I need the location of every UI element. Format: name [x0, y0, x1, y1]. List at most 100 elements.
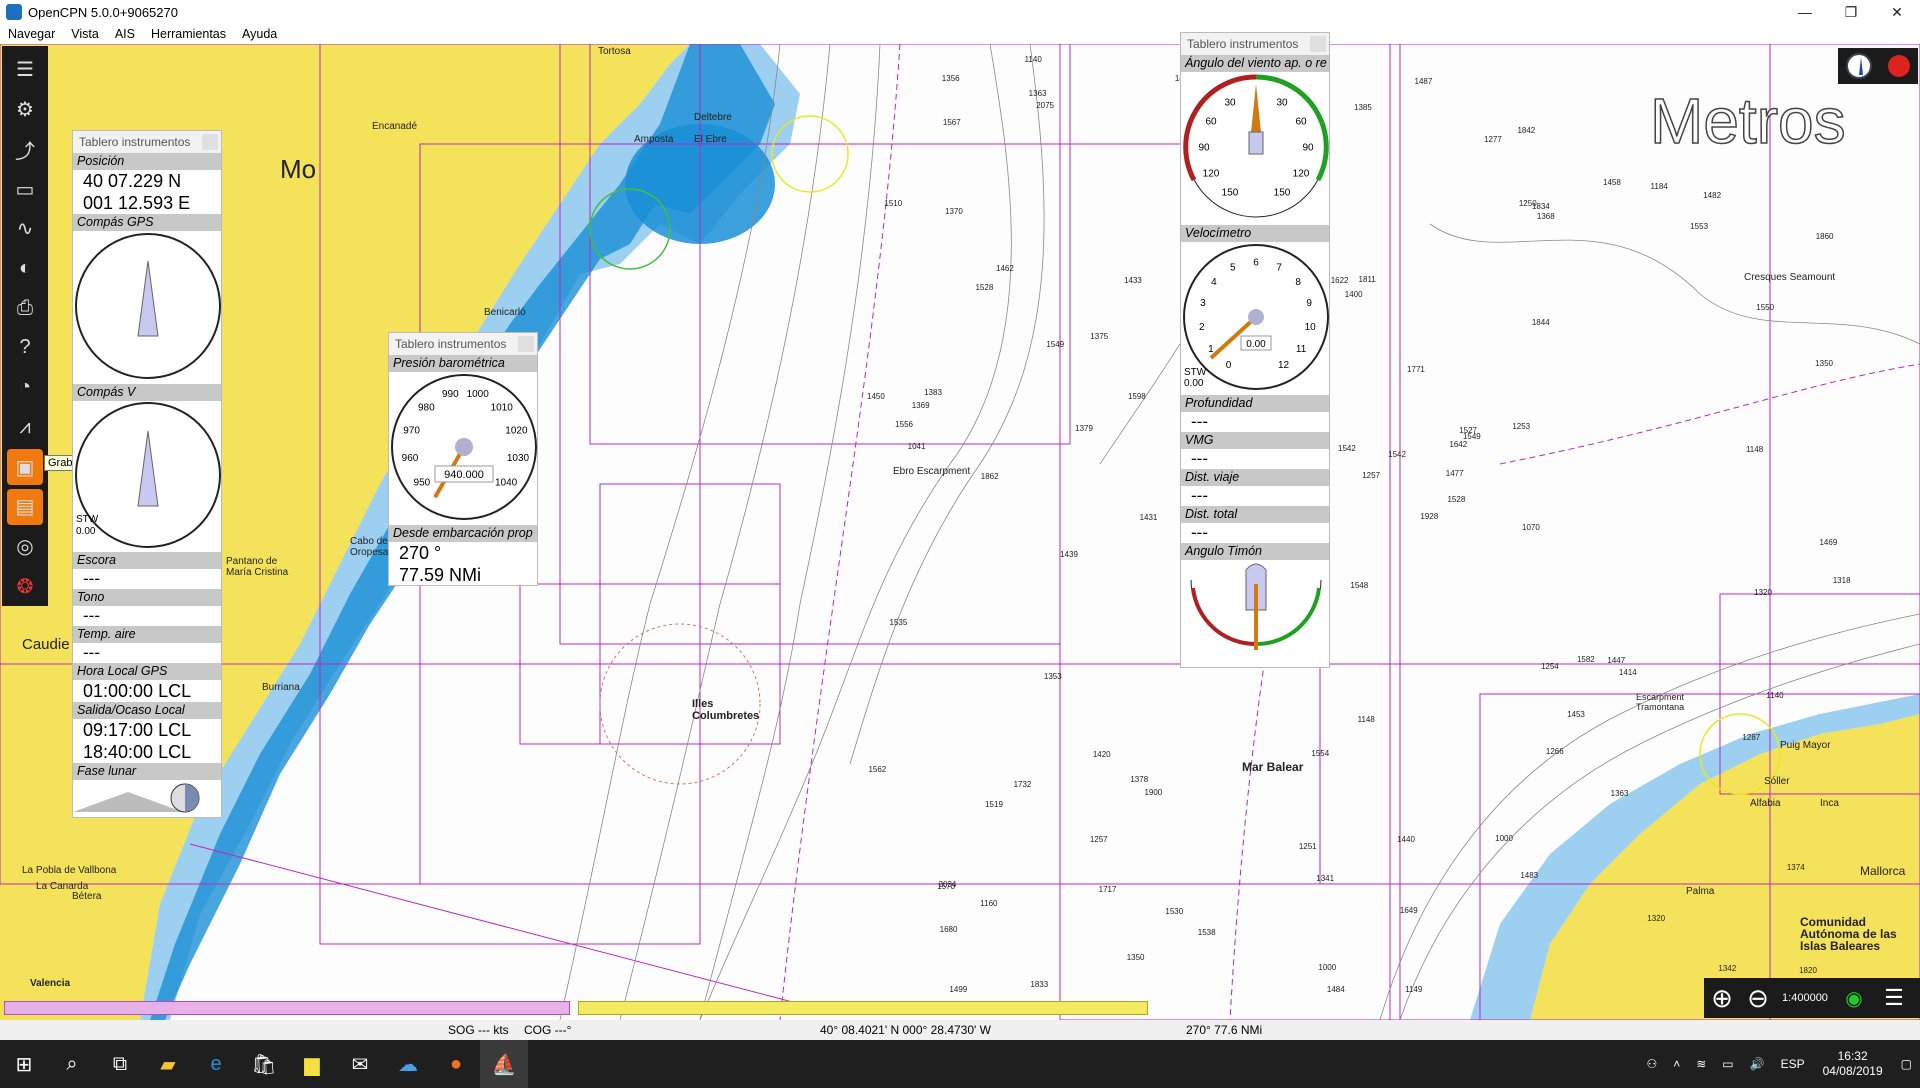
store-icon[interactable]: 🛍: [240, 1040, 288, 1088]
light-sector: [771, 115, 849, 193]
dashboard-icon[interactable]: ◔: [7, 370, 43, 406]
close-button[interactable]: ✕: [1874, 0, 1920, 24]
ais-icon[interactable]: ⩘: [7, 409, 43, 445]
help-icon[interactable]: ?: [7, 330, 43, 366]
dashboard-close-button[interactable]: [1310, 36, 1326, 52]
dashboard-title[interactable]: Tablero instrumentos: [73, 131, 221, 153]
place-label: Inca: [1820, 798, 1839, 809]
chart-scale: 1:400000: [1782, 992, 1828, 1004]
clock[interactable]: 16:32 04/08/2019: [1813, 1049, 1893, 1079]
file-explorer-icon[interactable]: ▰: [144, 1040, 192, 1088]
sounding-label: 1369: [911, 400, 930, 410]
menu-ais[interactable]: AIS: [107, 27, 143, 41]
rudder-angle-caption: Angulo Timón: [1181, 543, 1329, 560]
chart-bar-menu-icon[interactable]: ☰: [1874, 985, 1914, 1011]
v-compass-caption: Compás V: [73, 384, 221, 401]
sticky-notes-icon[interactable]: ▆: [288, 1040, 336, 1088]
dashboard-close-button[interactable]: [518, 336, 534, 352]
trip-distance-caption: Dist. viaje: [1181, 469, 1329, 486]
menu-icon[interactable]: ☰: [7, 52, 43, 88]
route-icon[interactable]: ⤴: [7, 131, 43, 167]
vmg-value: ---: [1191, 449, 1208, 468]
battery-icon[interactable]: ▭: [1714, 1057, 1741, 1071]
sounding-label: 1385: [1354, 102, 1372, 112]
sounding-label: 1820: [1799, 965, 1817, 975]
dial-tick-label: 60: [1205, 116, 1217, 127]
zoom-in-icon[interactable]: ⊕: [1704, 983, 1740, 1014]
sounding-label: 1000: [1495, 833, 1513, 843]
chart-bar-pink[interactable]: [4, 1001, 570, 1015]
sounding-label: 1642: [1449, 440, 1468, 450]
tone-caption: Tono: [73, 589, 221, 606]
sunset-value: 18:40:00 LCL: [83, 742, 192, 762]
wifi-icon[interactable]: ≋: [1688, 1057, 1714, 1071]
onedrive-icon[interactable]: ☁: [384, 1040, 432, 1088]
volume-icon[interactable]: 🔊: [1742, 1057, 1773, 1071]
minimize-button[interactable]: —: [1782, 0, 1828, 24]
chevron-up-icon[interactable]: ˄: [1665, 1057, 1688, 1071]
track-icon[interactable]: ∿: [7, 211, 43, 247]
sounding-label: 1318: [1832, 575, 1851, 585]
sounding-label: 1420: [1092, 749, 1111, 759]
edge-browser-icon[interactable]: e: [192, 1040, 240, 1088]
dashboard-title[interactable]: Tablero instrumentos: [389, 333, 537, 355]
search-icon[interactable]: ⌕: [48, 1040, 96, 1088]
task-view-icon[interactable]: ⧉: [96, 1040, 144, 1088]
clock-date: 04/08/2019: [1822, 1064, 1883, 1078]
dashboard-left[interactable]: Tablero instrumentos Posición 40 07.229 …: [72, 130, 222, 818]
place-label: Cabo de Oropesa: [350, 536, 389, 558]
chart-quilt-icon[interactable]: ◉: [1834, 986, 1874, 1011]
sounding-label: 1277: [1484, 135, 1502, 145]
windows-start-icon[interactable]: ⊞: [0, 1040, 48, 1088]
dial-tick-label: 990: [442, 389, 459, 400]
sounding-label: 1140: [1024, 54, 1042, 64]
dashboard-title[interactable]: Tablero instrumentos: [1181, 33, 1329, 55]
print-icon[interactable]: ⎙: [7, 290, 43, 326]
dial-tick-label: 8: [1295, 277, 1301, 288]
voyage-icon[interactable]: ▤: [7, 488, 43, 525]
notifications-icon[interactable]: ▢: [1893, 1057, 1920, 1071]
menu-ayuda[interactable]: Ayuda: [234, 27, 285, 41]
sounding-label: 1527: [1459, 425, 1477, 435]
system-tray: ⚇ ˄ ≋ ▭ 🔊 ESP 16:32 04/08/2019 ▢: [1638, 1040, 1920, 1088]
dial-tick-label: 120: [1293, 168, 1310, 179]
longitude-value: 001 12.593 E: [83, 193, 191, 213]
latitude-value: 40 07.229 N: [83, 171, 182, 191]
dashboard-close-button[interactable]: [202, 134, 218, 150]
sounding-label: 1717: [1098, 885, 1117, 895]
firefox-icon[interactable]: ●: [432, 1040, 480, 1088]
sounding-label: 1732: [1013, 780, 1032, 790]
people-icon[interactable]: ⚇: [1638, 1057, 1665, 1071]
sounding-label: 1484: [1326, 985, 1345, 995]
record-icon[interactable]: ▣: [7, 449, 43, 485]
gauge-icon[interactable]: ◎: [7, 529, 43, 565]
maximize-button[interactable]: ❐: [1828, 0, 1874, 24]
clock-time: 16:32: [1837, 1049, 1868, 1063]
place-label: La Pobla de Vallbona: [22, 865, 117, 876]
sounding-label: 1510: [884, 199, 903, 209]
opencpn-taskbar-icon[interactable]: ⛵: [480, 1040, 528, 1088]
menu-herramientas[interactable]: Herramientas: [143, 27, 234, 41]
chart-canvas[interactable]: Metros Tortosa Deltebre Amposta El Ebre …: [0, 44, 1920, 1020]
sounding-label: 1148: [1745, 444, 1764, 454]
dashboard-barometer[interactable]: Tablero instrumentos Presión barométrica…: [388, 332, 538, 586]
menu-navegar[interactable]: Navegar: [0, 27, 63, 41]
cog-readout: COG ---°: [524, 1023, 572, 1037]
mail-icon[interactable]: ✉: [336, 1040, 384, 1088]
chart-bar-yellow[interactable]: [578, 1001, 1148, 1015]
sunrise-value: 09:17:00 LCL: [83, 720, 192, 740]
chart-compass[interactable]: [1838, 48, 1918, 84]
tide-icon[interactable]: ◐: [7, 251, 43, 287]
gear-icon[interactable]: ⚙: [7, 92, 43, 128]
sounding-label: 1447: [1607, 655, 1626, 665]
menu-vista[interactable]: Vista: [63, 27, 107, 41]
lifebuoy-icon[interactable]: ❂: [7, 568, 43, 604]
north-arrow-icon[interactable]: [1846, 53, 1872, 79]
dashboard-right[interactable]: Tablero instrumentos Ángulo del viento a…: [1180, 32, 1330, 668]
chart-info-icon[interactable]: ▭: [7, 171, 43, 207]
input-language[interactable]: ESP: [1773, 1057, 1813, 1071]
zoom-out-icon[interactable]: ⊖: [1740, 983, 1776, 1014]
dial-tick-label: 6: [1253, 257, 1259, 268]
cursor-bearing-readout: 270° 77.6 NMi: [1186, 1023, 1263, 1037]
sounding-label: 1251: [1298, 842, 1317, 852]
